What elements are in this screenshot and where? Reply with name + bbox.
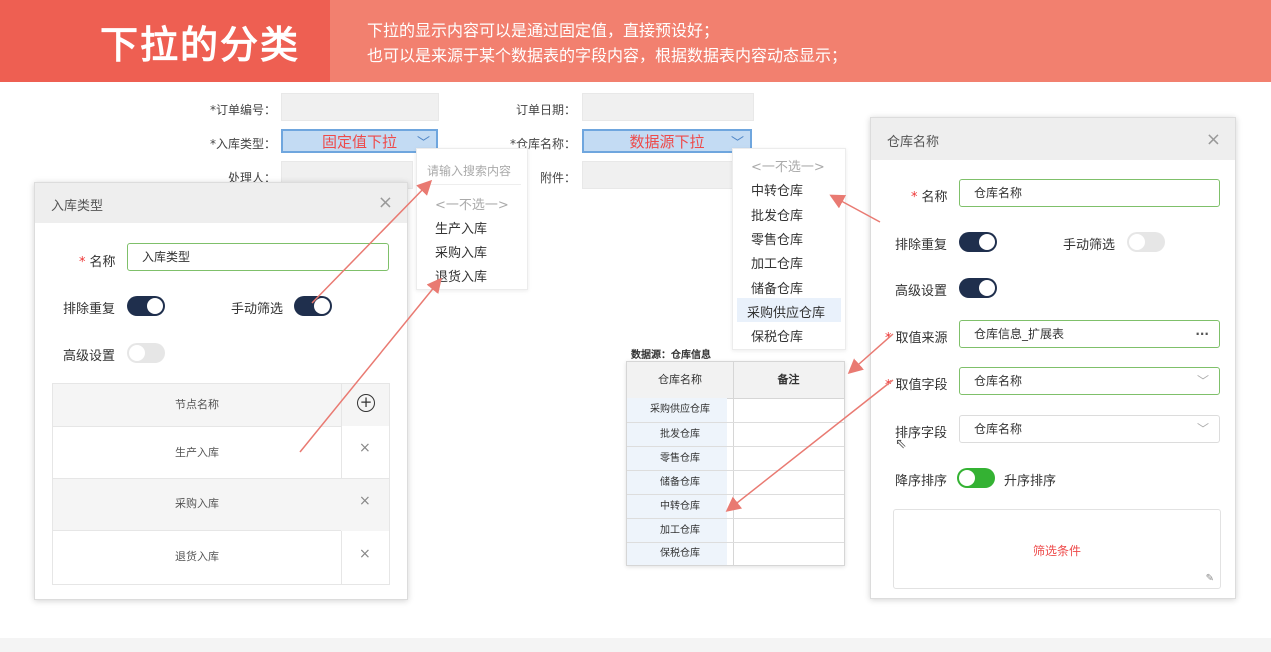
asc-sort-label: 升序排序 xyxy=(1004,474,1057,489)
dedupe-label: 排除重复 xyxy=(895,238,948,253)
order-date-label: 订单日期： xyxy=(515,103,576,117)
footer-strip xyxy=(0,638,1271,652)
datasource-dropdown-menu: <一不选一> 中转仓库 批发仓库 零售仓库 加工仓库 储备仓库 采购供应仓库 保… xyxy=(732,148,846,350)
dropdown-item[interactable]: <一不选一> xyxy=(751,156,825,175)
attachment-input[interactable] xyxy=(582,161,734,189)
cursor-icon: ⇖ xyxy=(895,436,907,452)
ds-table-caption: 数据源：仓库信息 xyxy=(631,350,711,361)
chevron-down-icon: ﹀ xyxy=(1196,374,1209,388)
table-row: 退货入库 xyxy=(53,530,341,583)
dropdown-item[interactable]: 退货入库 xyxy=(435,266,487,285)
table-row: 储备仓库 xyxy=(660,477,700,488)
warehouse-panel: 仓库名称 × * 名称 仓库名称 排除重复 手动筛选 高级设置 * 取值来源 仓库信… xyxy=(870,117,1236,599)
filter-conditions-box[interactable]: 筛选条件 ✎ xyxy=(893,509,1221,589)
dropdown-item[interactable]: 批发仓库 xyxy=(751,205,803,224)
advanced-label: 高级设置 xyxy=(63,349,116,364)
manual-filter-toggle[interactable] xyxy=(1127,232,1165,252)
sort-value: 仓库名称 xyxy=(974,422,1023,436)
name-label: * 名称 xyxy=(79,255,116,270)
panel-title: 仓库名称 xyxy=(887,135,940,150)
divider xyxy=(733,362,734,565)
table-row: 生产入库 xyxy=(53,426,341,479)
banner-desc-line2: 也可以是来源于某个数据表的字段内容，根据数据表内容动态显示； xyxy=(367,46,848,65)
dedupe-toggle[interactable] xyxy=(959,232,997,252)
dropdown-search-input[interactable]: 请输入搜索内容 xyxy=(427,162,511,179)
panel-header: 入库类型 × xyxy=(35,183,407,223)
add-node-icon[interactable]: + xyxy=(357,394,375,412)
fixed-value-select[interactable]: 固定值下拉 ﹀ xyxy=(281,129,438,153)
field-label: * 取值字段 xyxy=(885,378,948,393)
dedupe-toggle[interactable] xyxy=(127,296,165,316)
datasource-select-value: 数据源下拉 xyxy=(629,133,705,151)
close-icon[interactable]: × xyxy=(359,440,371,456)
dropdown-item[interactable]: 加工仓库 xyxy=(751,253,803,272)
banner-description: 下拉的显示内容可以是通过固定值，直接预设好； 也可以是来源于某个数据表的字段内容… xyxy=(367,18,847,68)
node-table: 节点名称 + 生产入库 × 采购入库 × 退货入库 × xyxy=(52,383,390,585)
table-row: 采购入库 xyxy=(175,497,219,510)
manual-filter-label: 手动筛选 xyxy=(1063,238,1116,253)
name-label: * 名称 xyxy=(911,190,948,205)
ds-table: 仓库名称 备注 采购供应仓库 批发仓库 零售仓库 储备仓库 中转仓库 加工仓库 … xyxy=(626,361,845,566)
inbound-type-label: *入库类型： xyxy=(209,137,276,151)
ds-table-header-name: 仓库名称 xyxy=(658,373,702,386)
dropdown-item[interactable]: 零售仓库 xyxy=(751,229,803,248)
datasource-select[interactable]: 数据源下拉 ﹀ xyxy=(582,129,752,153)
table-row: 采购供应仓库 xyxy=(650,404,710,415)
inbound-type-panel: 入库类型 × * 名称 入库类型 排除重复 手动筛选 高级设置 节点名称 + 生产… xyxy=(34,182,408,600)
fixed-select-value: 固定值下拉 xyxy=(321,133,397,151)
node-table-header-label: 节点名称 xyxy=(175,398,219,411)
field-value: 仓库名称 xyxy=(974,374,1023,388)
close-icon[interactable]: × xyxy=(1206,129,1221,150)
table-row: 批发仓库 xyxy=(660,429,700,440)
filter-conditions-label: 筛选条件 xyxy=(1032,544,1081,558)
fixed-dropdown-menu: 请输入搜索内容 <一不选一> 生产入库 采购入库 退货入库 xyxy=(416,148,528,290)
sort-select[interactable]: 仓库名称 ﹀ xyxy=(959,415,1220,443)
advanced-toggle[interactable] xyxy=(127,343,165,363)
name-input[interactable]: 仓库名称 xyxy=(959,179,1220,207)
close-icon[interactable]: × xyxy=(378,192,393,213)
dropdown-item[interactable]: 中转仓库 xyxy=(751,180,803,199)
advanced-label: 高级设置 xyxy=(895,284,948,299)
source-input[interactable]: 仓库信息_扩展表 ··· xyxy=(959,320,1220,348)
table-row: 保税仓库 xyxy=(660,548,700,559)
panel-header: 仓库名称 × xyxy=(871,118,1235,160)
source-value: 仓库信息_扩展表 xyxy=(974,327,1065,341)
edit-icon[interactable]: ✎ xyxy=(1206,573,1214,584)
table-row: 零售仓库 xyxy=(660,453,700,464)
dropdown-item[interactable]: 采购供应仓库 xyxy=(747,302,825,321)
banner-title: 下拉的分类 xyxy=(100,23,301,67)
dropdown-item[interactable]: 储备仓库 xyxy=(751,278,803,297)
name-input[interactable]: 入库类型 xyxy=(127,243,389,271)
field-select[interactable]: 仓库名称 ﹀ xyxy=(959,367,1220,395)
close-icon[interactable]: × xyxy=(359,493,371,509)
table-row: 加工仓库 xyxy=(660,525,700,536)
ds-table-header-remark: 备注 xyxy=(777,373,800,386)
dropdown-item[interactable]: 采购入库 xyxy=(435,242,487,261)
source-label: * 取值来源 xyxy=(885,331,948,346)
panel-title: 入库类型 xyxy=(51,199,104,214)
more-icon[interactable]: ··· xyxy=(1195,321,1209,347)
close-icon[interactable]: × xyxy=(359,546,371,562)
table-row: 中转仓库 xyxy=(660,501,700,512)
manual-filter-toggle[interactable] xyxy=(294,296,332,316)
banner-desc-line1: 下拉的显示内容可以是通过固定值，直接预设好； xyxy=(367,21,720,40)
chevron-down-icon: ﹀ xyxy=(1196,422,1209,436)
dropdown-item[interactable]: <一不选一> xyxy=(435,194,509,213)
dropdown-item[interactable]: 生产入库 xyxy=(435,218,487,237)
order-date-input[interactable] xyxy=(582,93,754,121)
desc-sort-label: 降序排序 xyxy=(895,474,948,489)
order-no-input[interactable] xyxy=(281,93,439,121)
dropdown-item[interactable]: 保税仓库 xyxy=(751,326,803,345)
order-no-label: *订单编号： xyxy=(209,103,276,117)
advanced-toggle[interactable] xyxy=(959,278,997,298)
dedupe-label: 排除重复 xyxy=(63,302,116,317)
divider xyxy=(423,184,521,185)
manual-filter-label: 手动筛选 xyxy=(231,302,284,317)
sort-order-toggle[interactable] xyxy=(957,468,995,488)
